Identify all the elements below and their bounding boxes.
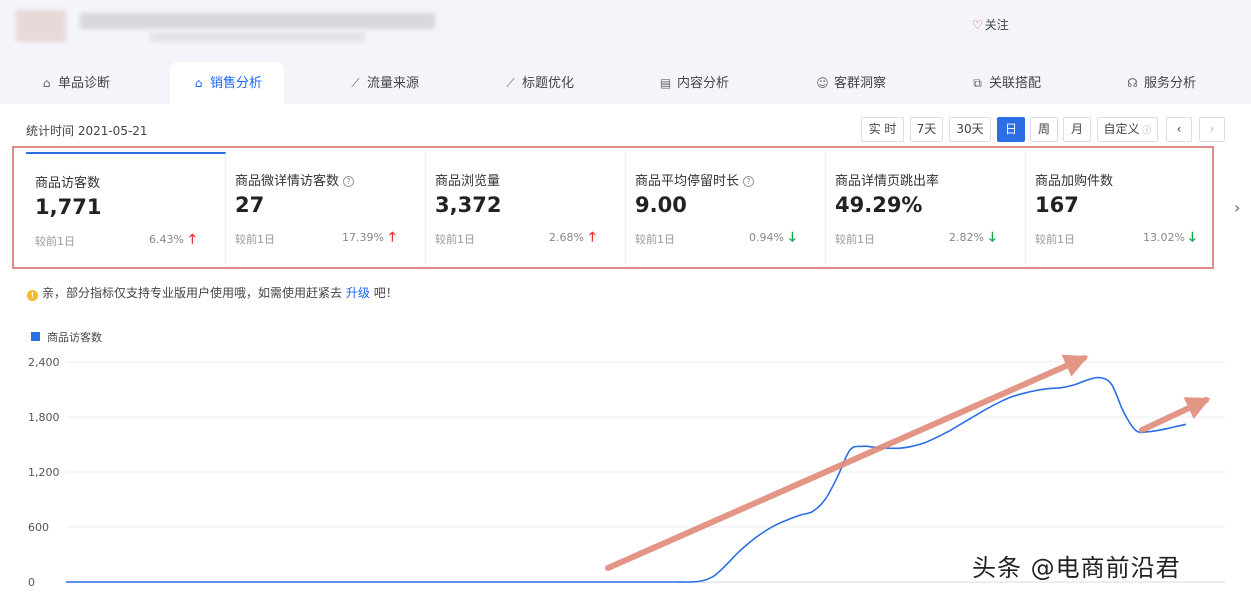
document-icon: ▤ — [659, 76, 672, 90]
metric-card-avg-stay-time[interactable]: 商品平均停留时长? 9.00 较前1日 0.94% 🡓 — [626, 152, 826, 266]
tab-sales-analysis[interactable]: ⌂ 销售分析 — [170, 62, 285, 104]
metric-card-add-to-cart[interactable]: 商品加购件数 167 较前1日 13.02% 🡓 — [1026, 152, 1226, 266]
metric-card-bounce-rate[interactable]: 商品详情页跳出率 49.29% 较前1日 2.82% 🡓 — [826, 152, 1026, 266]
metric-value: 1,771 — [35, 195, 102, 219]
trend-annotation-arrow — [605, 354, 1089, 571]
follow-button[interactable]: ♡ 关注 — [972, 16, 1009, 33]
week-button[interactable]: 周 — [1030, 117, 1058, 142]
y-tick-label: 1,800 — [28, 411, 60, 424]
metric-compare-label: 较前1日 — [835, 233, 875, 246]
tab-audience-insight[interactable]: ☺ 客群洞察 — [816, 62, 886, 104]
metric-change-pct: 13.02% — [1143, 231, 1185, 244]
metric-change-pct: 17.39% — [342, 231, 384, 244]
arrow-up-icon: 🡑 — [189, 232, 196, 247]
tab-related-match[interactable]: ⧉ 关联搭配 — [971, 62, 1041, 104]
30days-button[interactable]: 30天 — [949, 117, 991, 142]
metric-change-pct: 2.82% — [949, 231, 984, 244]
metric-label: 商品微详情访客数? — [235, 170, 355, 189]
headset-icon: ☊ — [1127, 76, 1138, 90]
metric-change-pct: 6.43% — [149, 233, 184, 246]
arrow-down-icon: 🡓 — [1189, 230, 1196, 245]
metric-compare-label: 较前1日 — [235, 233, 275, 246]
metric-compare-label: 较前1日 — [35, 235, 75, 248]
metric-label: 商品详情页跳出率 — [835, 174, 940, 189]
tab-product-diagnosis[interactable]: ⌂ 单品诊断 — [40, 62, 110, 104]
chevron-right-icon: › — [1209, 122, 1215, 136]
tab-title-optimization[interactable]: ⟋ 标题优化 — [504, 62, 574, 104]
link-icon: ⧉ — [973, 76, 982, 90]
tab-content-analysis[interactable]: ▤ 内容分析 — [659, 62, 729, 104]
tab-traffic-source[interactable]: ⟋ 流量来源 — [349, 62, 419, 104]
metric-label: 商品访客数 — [35, 176, 101, 191]
help-icon: ⓘ — [1139, 126, 1152, 136]
chevron-right-icon[interactable]: › — [1234, 198, 1240, 217]
metric-change-pct: 2.68% — [549, 231, 584, 244]
prev-date-button[interactable]: ‹ — [1166, 117, 1192, 142]
heart-icon: ♡ — [972, 18, 983, 32]
arrow-down-icon: 🡓 — [789, 230, 796, 245]
trend-icon: ⟋ — [506, 76, 515, 90]
info-icon: ! — [27, 290, 38, 301]
bag-icon: ⌂ — [194, 76, 203, 90]
help-icon[interactable]: ? — [343, 176, 355, 187]
metric-value: 49.29% — [835, 193, 923, 217]
arrow-up-icon: 🡑 — [589, 230, 596, 245]
trend-annotation-arrow — [1139, 397, 1211, 433]
7days-button[interactable]: 7天 — [910, 117, 943, 142]
metric-value: 9.00 — [635, 193, 687, 217]
legend-swatch — [31, 332, 40, 341]
metric-value: 167 — [1035, 193, 1079, 217]
y-tick-label: 0 — [28, 576, 35, 589]
month-button[interactable]: 月 — [1063, 117, 1091, 142]
help-icon[interactable]: ? — [743, 176, 755, 187]
metric-card-micro-detail-visitors[interactable]: 商品微详情访客数? 27 较前1日 17.39% 🡑 — [226, 152, 426, 266]
y-tick-label: 2,400 — [28, 356, 60, 369]
product-subtitle-blurred — [150, 32, 365, 42]
legend-label: 商品访客数 — [47, 330, 102, 344]
metric-label: 商品加购件数 — [1035, 174, 1114, 189]
product-title-blurred — [80, 13, 435, 29]
metric-compare-label: 较前1日 — [1035, 233, 1075, 246]
day-button[interactable]: 日 — [997, 117, 1025, 142]
bag-icon: ⌂ — [42, 76, 51, 90]
metric-value: 27 — [235, 193, 265, 217]
custom-range-button[interactable]: 自定义 ⓘ — [1097, 117, 1158, 142]
metric-label: 商品浏览量 — [435, 174, 501, 189]
stat-time-label: 统计时间 2021-05-21 — [26, 124, 148, 138]
metric-card-pageviews[interactable]: 商品浏览量 3,372 较前1日 2.68% 🡑 — [426, 152, 626, 266]
upgrade-link[interactable]: 升级 — [346, 286, 370, 300]
metric-compare-label: 较前1日 — [635, 233, 675, 246]
tab-bar: ⌂ 单品诊断 ⌂ 销售分析 ⟋ 流量来源 ⟋ 标题优化 ▤ 内容分析 ☺ 客群洞察 ⧉ 关联搭… — [0, 62, 1251, 104]
chevron-left-icon: ‹ — [1176, 122, 1182, 136]
users-icon: ☺ — [816, 76, 829, 90]
metric-value: 3,372 — [435, 193, 502, 217]
upgrade-notice: ! 亲，部分指标仅支持专业版用户使用哦，如需使用赶紧去 升级 吧！ — [27, 284, 398, 301]
stat-toolbar: 统计时间 2021-05-21 实 时 7天 30天 日 周 月 自定义 ⓘ ‹… — [0, 104, 1251, 150]
metric-compare-label: 较前1日 — [435, 233, 475, 246]
metric-change-pct: 0.94% — [749, 231, 784, 244]
watermark: 头条 @电商前沿君 — [972, 554, 1181, 582]
arrow-up-icon: 🡑 — [389, 230, 396, 245]
shop-avatar — [16, 10, 66, 42]
realtime-button[interactable]: 实 时 — [861, 117, 904, 142]
metric-label: 商品平均停留时长? — [635, 170, 755, 189]
metric-card-visitors[interactable]: 商品访客数 1,771 较前1日 6.43% 🡑 — [26, 152, 226, 266]
y-tick-label: 600 — [28, 521, 49, 534]
trend-icon: ⟋ — [351, 76, 360, 90]
next-date-button[interactable]: › — [1199, 117, 1225, 142]
tab-service-analysis[interactable]: ☊ 服务分析 — [1126, 62, 1196, 104]
arrow-down-icon: 🡓 — [989, 230, 996, 245]
y-tick-label: 1,200 — [28, 466, 60, 479]
